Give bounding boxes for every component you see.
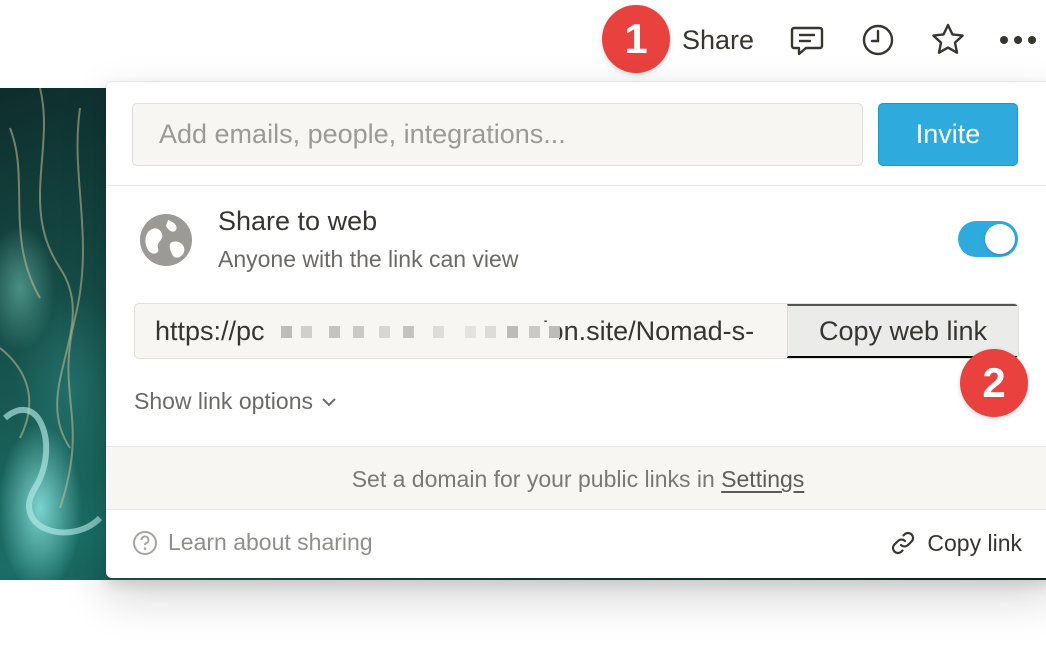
web-link-url-start: https://pc (155, 316, 265, 346)
domain-settings-prefix: Set a domain for your public links in (351, 466, 722, 492)
link-icon (892, 531, 915, 555)
more-dots-icon[interactable] (998, 20, 1038, 60)
notion-page: 1 Share Invite (0, 0, 1046, 648)
step-1-badge: 1 (602, 5, 670, 73)
share-to-web-subtitle: Anyone with the link can view (218, 246, 519, 272)
step-1-number: 1 (624, 15, 648, 62)
web-link-url-end: ion.site/Nomad-s- (542, 316, 755, 346)
copy-link-button[interactable]: Copy link (889, 529, 1022, 557)
copy-link-label: Copy link (927, 529, 1022, 556)
web-link-field[interactable]: https://pc ion.site/Nomad-s- Copy web lin… (134, 303, 1019, 359)
share-popover: Invite Share to web Anyone with the link… (106, 82, 1046, 578)
show-link-options[interactable]: Show link options (134, 388, 337, 415)
share-to-web-toggle[interactable] (958, 221, 1018, 257)
help-circle-icon (133, 530, 157, 555)
step-2-number: 2 (982, 359, 1006, 406)
step-2-badge: 2 (960, 349, 1028, 417)
invite-row: Invite (106, 82, 1046, 186)
invite-input[interactable] (132, 103, 863, 166)
learn-about-sharing[interactable]: Learn about sharing (132, 529, 373, 556)
toggle-knob (985, 224, 1015, 254)
redacted-url-segment (281, 322, 560, 342)
settings-link[interactable]: Settings (721, 466, 804, 492)
share-button[interactable]: Share (678, 22, 758, 58)
top-bar: 1 Share (0, 0, 1046, 80)
domain-settings-text: Set a domain for your public links in Se… (106, 447, 1046, 511)
globe-icon (138, 212, 194, 268)
history-clock-icon[interactable] (858, 20, 898, 60)
invite-button[interactable]: Invite (878, 103, 1018, 166)
share-to-web-title: Share to web (218, 206, 378, 236)
comment-icon[interactable] (787, 20, 827, 60)
chevron-down-icon (322, 397, 336, 406)
show-link-options-label: Show link options (134, 388, 313, 414)
learn-about-sharing-label: Learn about sharing (168, 529, 373, 555)
domain-settings-row: Set a domain for your public links in Se… (106, 446, 1046, 510)
star-icon[interactable] (928, 20, 968, 60)
